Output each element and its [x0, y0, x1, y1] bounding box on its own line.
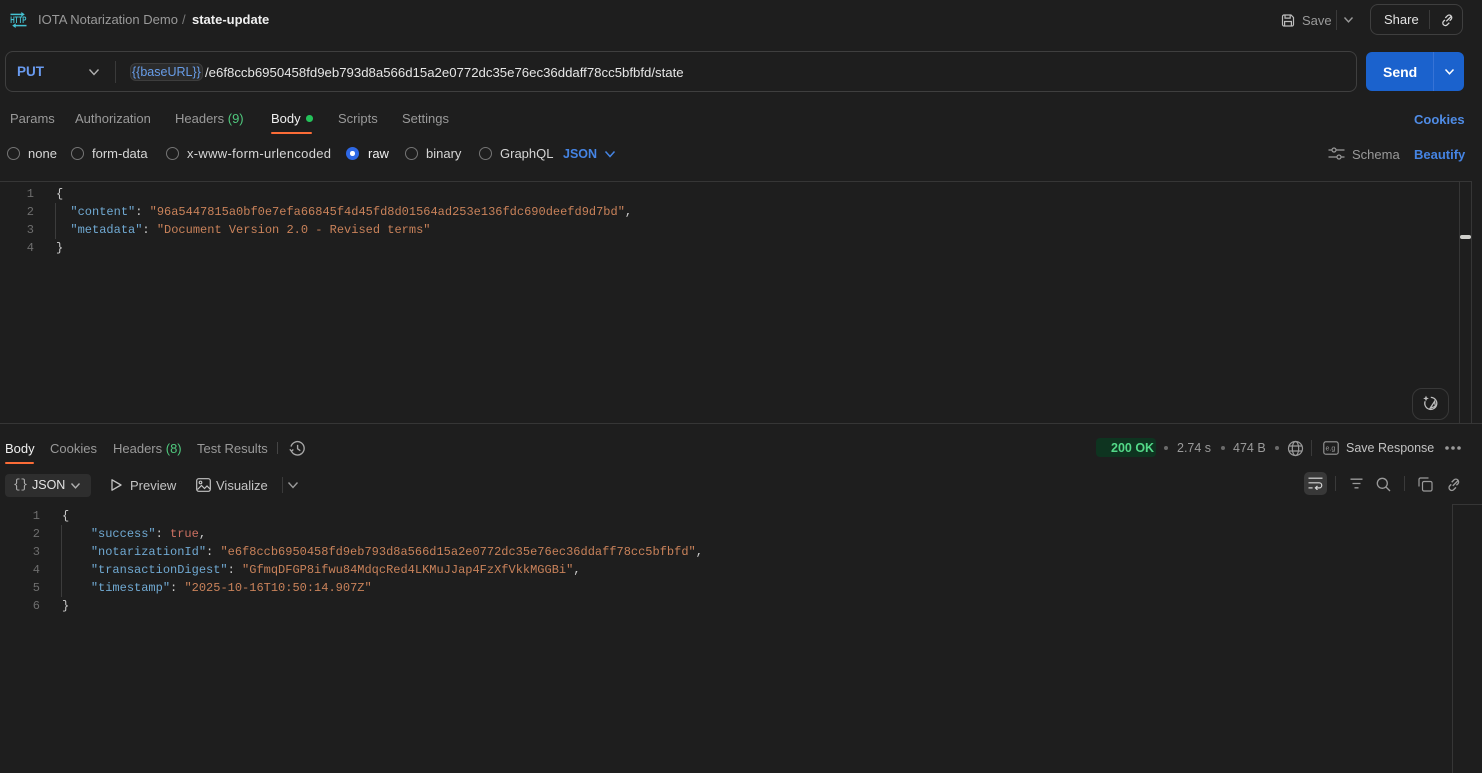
svg-text:e.g: e.g	[1326, 446, 1336, 453]
svg-text:HTTP: HTTP	[10, 15, 26, 25]
